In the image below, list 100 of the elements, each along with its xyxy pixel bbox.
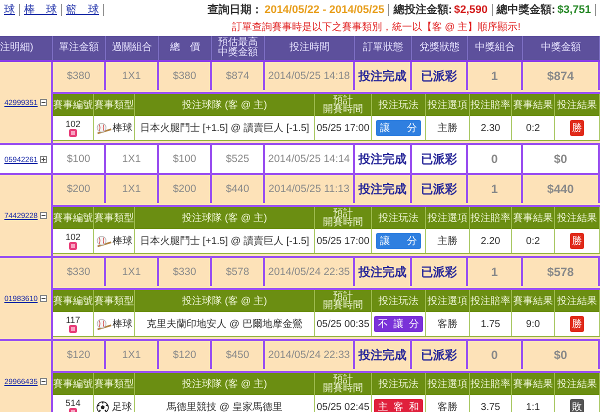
bet-type-badge: 主 客 和 xyxy=(374,399,424,412)
payout-status: 已派彩 xyxy=(412,175,468,203)
odds-value: 2.20 xyxy=(480,236,500,246)
column-header: 單注金額 xyxy=(53,36,106,60)
bet-option: 客勝 xyxy=(438,400,458,412)
column-header: 兌獎狀態 xyxy=(412,36,468,60)
table-cell: $450 xyxy=(212,341,265,369)
sport-label: 棒球 xyxy=(112,234,132,248)
column-header: 預估最高 xyxy=(218,38,258,48)
table-cell: $440 xyxy=(212,175,265,203)
table-cell: 1X1 xyxy=(106,62,159,90)
payout-status: 已派彩 xyxy=(412,145,468,173)
event-number: 102 xyxy=(65,120,81,128)
bet-option: 客勝 xyxy=(438,317,458,331)
table-cell: 2014/05/24 22:35 xyxy=(265,258,355,286)
notice-text: 訂單查詢賽事時是以下之賽事類別，統一以【客 @ 主】順序顯示! xyxy=(231,20,522,35)
event-number: 514 xyxy=(65,398,81,408)
detail-column-header: 開賽時間 xyxy=(323,301,363,310)
match-score: 0:2 xyxy=(526,122,540,134)
sport-label: 足球 xyxy=(112,400,132,412)
detail-column-header: 開賽時間 xyxy=(323,105,363,114)
payout-status: 已派彩 xyxy=(412,62,468,90)
sport-link[interactable]: 球 xyxy=(0,4,20,16)
column-header: 中獎金額 xyxy=(523,36,600,60)
table-cell: $380 xyxy=(159,62,212,90)
odds-value: 2.30 xyxy=(480,122,500,134)
table-cell: 1X1 xyxy=(106,341,159,369)
win-amount: $874 xyxy=(523,62,600,90)
event-tag-icon xyxy=(69,324,77,332)
teams-text: 克里夫蘭印地安人 @ 巴爾地摩金鶯 xyxy=(146,318,302,331)
sport-label: 棒球 xyxy=(112,122,132,135)
teams-text: 日本火腿鬥士 [+1.5] @ 讀賣巨人 [-1.5] xyxy=(140,234,310,248)
match-score: 1:1 xyxy=(526,402,540,412)
start-time: 05/25 17:00 xyxy=(316,122,370,134)
collapse-icon[interactable] xyxy=(40,212,47,219)
table-cell: $874 xyxy=(212,62,265,90)
bet-type-badge: 讓 分 xyxy=(376,120,421,136)
win-count: 1 xyxy=(468,175,523,203)
total-win-amount: $3,751 xyxy=(557,4,591,16)
table-cell: $120 xyxy=(159,341,212,369)
win-amount: $578 xyxy=(523,258,600,286)
table-cell: $330 xyxy=(53,258,106,286)
win-amount: $0 xyxy=(523,145,600,173)
event-number: 117 xyxy=(66,316,80,324)
table-cell: $380 xyxy=(53,62,106,90)
column-header: 總 價 xyxy=(159,36,212,60)
bet-result-badge: 勝 xyxy=(570,120,584,136)
column-header: 訂單狀態 xyxy=(355,36,412,60)
total-win-label: 總中獎金額: xyxy=(496,4,556,16)
total-bet-amount: $2,590 xyxy=(454,4,488,16)
start-time: 05/25 17:00 xyxy=(316,236,370,246)
sport-link[interactable]: 棒 球 xyxy=(20,4,62,16)
detail-column-header: 開賽時間 xyxy=(323,218,363,227)
sport-link[interactable]: 籃 球 xyxy=(62,4,104,16)
column-header: 注明細) xyxy=(0,36,53,60)
event-tag-icon xyxy=(69,242,77,250)
win-count: 0 xyxy=(468,341,523,369)
start-time: 05/25 00:35 xyxy=(316,318,370,330)
start-time: 05/25 02:45 xyxy=(316,402,370,412)
bet-type-badge: 不 讓 分 xyxy=(374,316,424,332)
win-amount: $0 xyxy=(523,341,600,369)
match-score: 0:2 xyxy=(526,236,540,246)
baseball-icon xyxy=(96,318,112,330)
win-count: 1 xyxy=(468,62,523,90)
collapse-icon[interactable] xyxy=(40,378,47,385)
teams-text: 馬德里競技 @ 皇家馬德里 xyxy=(166,400,282,412)
baseball-icon xyxy=(96,234,112,248)
odds-value: 3.75 xyxy=(480,402,500,412)
table-cell: 2014/05/25 11:13 xyxy=(265,175,355,203)
order-status: 投注完成 xyxy=(355,175,412,203)
table-cell: 2014/05/25 14:18 xyxy=(265,62,355,90)
table-cell: 1X1 xyxy=(106,175,159,203)
baseball-icon xyxy=(96,122,112,134)
table-cell: $330 xyxy=(159,258,212,286)
bet-type-badge: 讓 分 xyxy=(376,233,421,249)
win-amount: $440 xyxy=(523,175,600,203)
date-label: 查詢日期： xyxy=(207,4,262,16)
total-bet-label: 總投注金額: xyxy=(393,4,452,16)
detail-column-header: 預計 xyxy=(333,209,353,218)
table-cell: $100 xyxy=(53,145,106,173)
collapse-icon[interactable] xyxy=(40,99,47,106)
bet-option: 主勝 xyxy=(438,121,458,135)
bet-result-badge: 勝 xyxy=(570,233,584,249)
odds-value: 1.75 xyxy=(480,318,500,330)
detail-column-header: 預計 xyxy=(333,292,353,301)
collapse-icon[interactable] xyxy=(40,295,47,302)
detail-column-header: 開賽時間 xyxy=(323,384,363,393)
table-cell: 2014/05/25 14:14 xyxy=(265,145,355,173)
order-status: 投注完成 xyxy=(355,341,412,369)
order-status: 投注完成 xyxy=(355,62,412,90)
match-score: 9:0 xyxy=(526,318,540,330)
column-header: 過關組合 xyxy=(106,36,159,60)
order-status: 投注完成 xyxy=(355,258,412,286)
table-cell: 1X1 xyxy=(106,258,159,286)
table-cell: $100 xyxy=(159,145,212,173)
expand-icon[interactable] xyxy=(40,156,47,162)
bet-result-badge: 敗 xyxy=(570,399,584,412)
table-cell: $120 xyxy=(53,341,106,369)
column-header: 中獎組合 xyxy=(468,36,523,60)
win-count: 0 xyxy=(468,145,523,173)
